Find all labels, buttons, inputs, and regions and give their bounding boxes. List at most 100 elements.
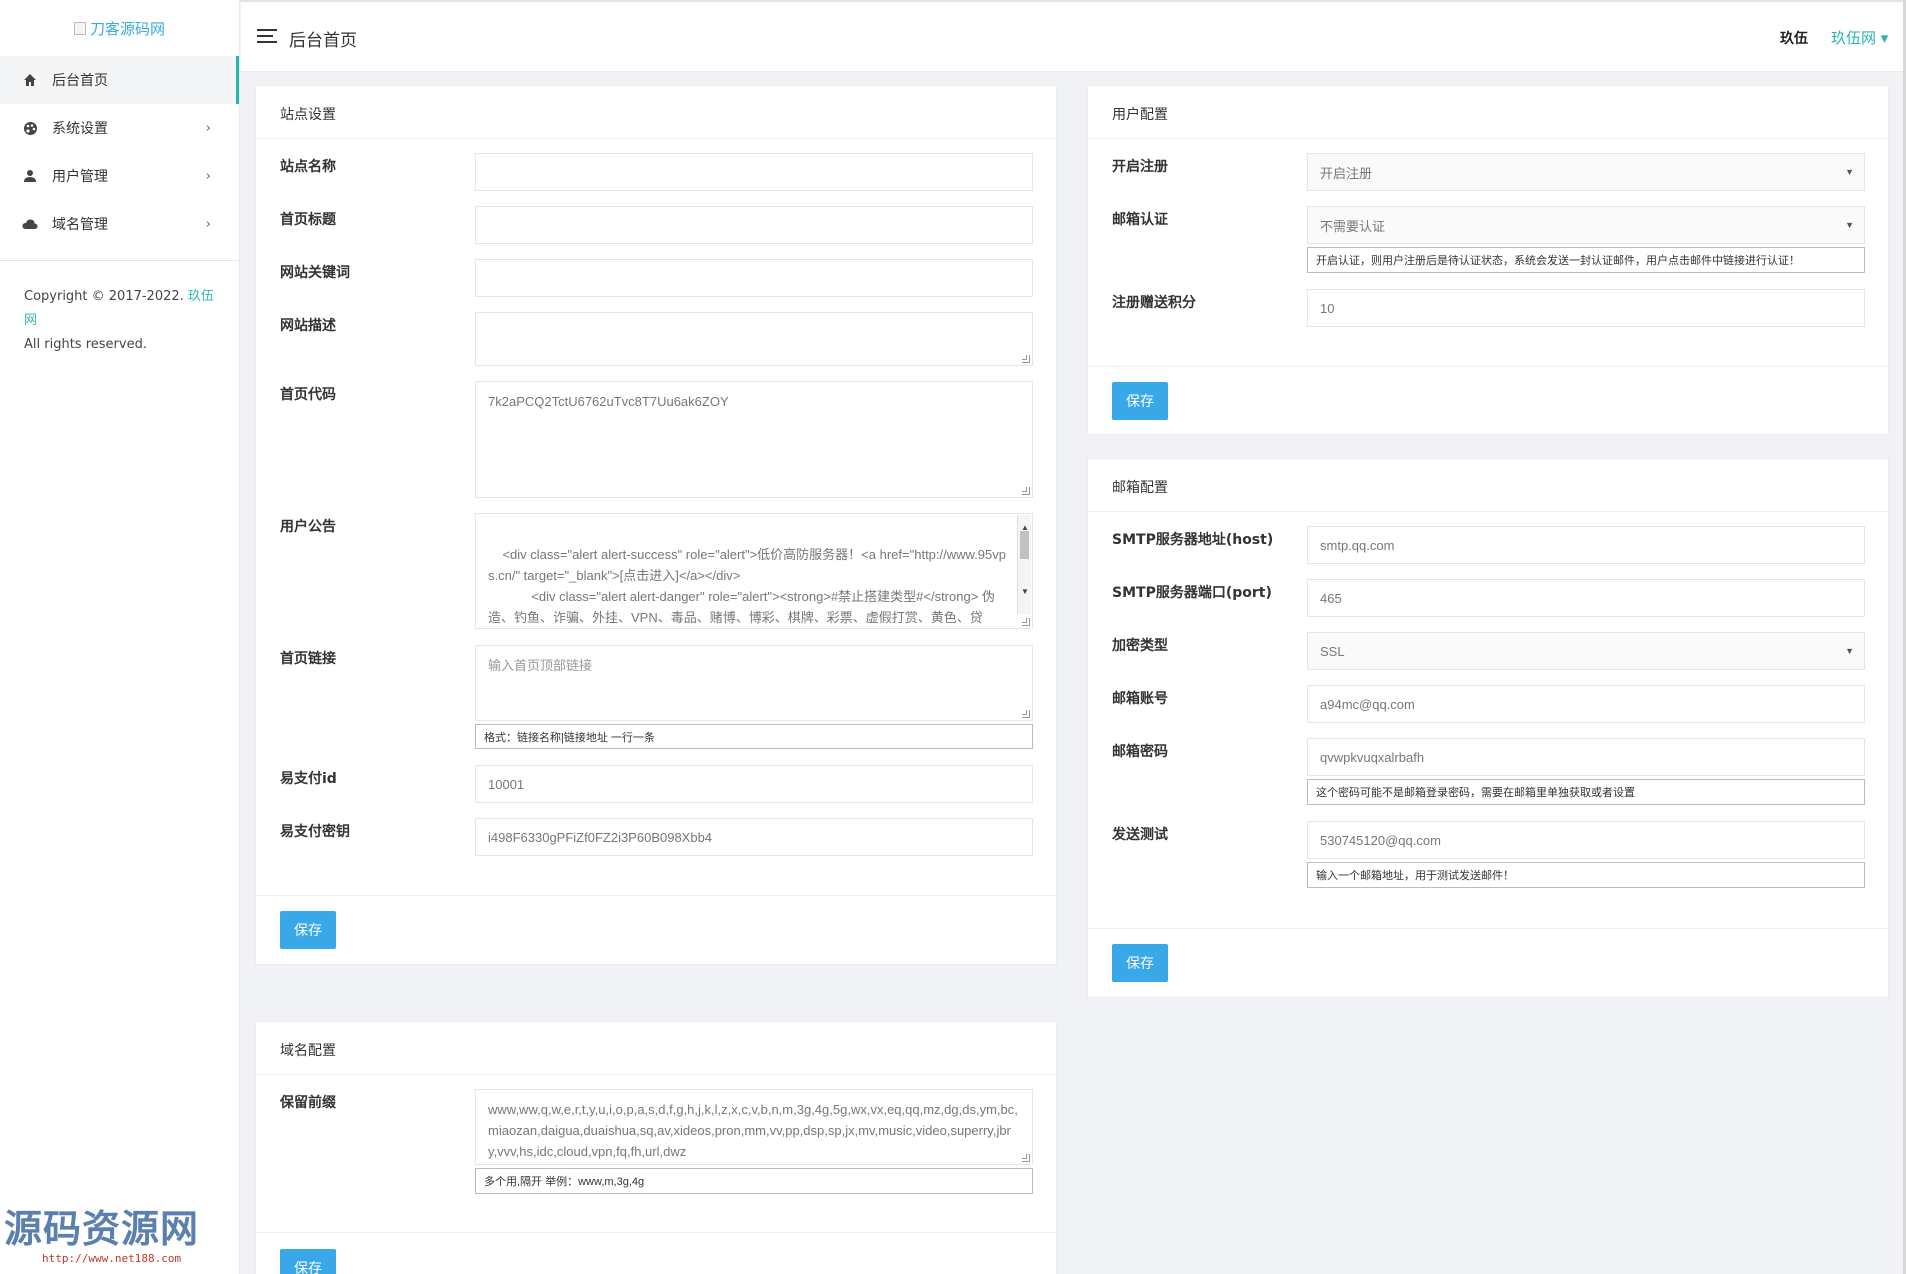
resize-handle-icon[interactable] bbox=[1022, 487, 1030, 495]
home-icon bbox=[22, 72, 38, 88]
field-label: 开启注册 bbox=[1112, 159, 1168, 175]
palette-icon bbox=[22, 120, 38, 136]
rights-text: All rights reserved. bbox=[24, 337, 147, 352]
register-select[interactable]: 开启注册 ▼ bbox=[1307, 153, 1865, 191]
menu-toggle-icon[interactable] bbox=[257, 29, 277, 43]
home-title-input[interactable] bbox=[475, 206, 1033, 244]
watermark-text: 源码资源网 bbox=[4, 1206, 200, 1251]
domain-config-card: 域名配置 保留前缀 www,ww,q,w,e,r,t,y,u,i,o,p,a,s… bbox=[255, 1021, 1057, 1274]
field-label: 邮箱密码 bbox=[1112, 744, 1168, 760]
field-label: 注册赠送积分 bbox=[1112, 295, 1196, 311]
field-label: 首页标题 bbox=[280, 212, 336, 228]
resize-handle-icon[interactable] bbox=[1022, 355, 1030, 363]
help-hint: 开启认证，则用户注册后是待认证状态，系统会发送一封认证邮件，用户点击邮件中链接进… bbox=[1307, 247, 1865, 273]
top-header: 后台首页 玖伍 玖伍网 ▾ bbox=[241, 2, 1906, 72]
home-code-textarea[interactable]: 7k2aPCQ2TctU6762uTvc8T7Uu6ak6ZOY bbox=[475, 381, 1033, 498]
field-label: 网站关键词 bbox=[280, 265, 350, 281]
scrollbar[interactable]: ▲ ▼ bbox=[1017, 515, 1031, 614]
save-button[interactable]: 保存 bbox=[1112, 944, 1168, 982]
sidebar-item-user-management[interactable]: 用户管理 › bbox=[0, 152, 239, 200]
copyright-text: Copyright © 2017-2022. bbox=[24, 289, 184, 304]
field-label: 网站描述 bbox=[280, 318, 336, 334]
textarea-value: www,ww,q,w,e,r,t,y,u,i,o,p,a,s,d,f,g,h,j… bbox=[488, 1102, 1018, 1159]
field-label: 用户公告 bbox=[280, 519, 336, 535]
register-points-input[interactable]: 10 bbox=[1307, 289, 1865, 327]
sidebar-item-label: 系统设置 bbox=[52, 121, 108, 137]
home-links-textarea[interactable]: 输入首页顶部链接 bbox=[475, 645, 1033, 721]
card-divider bbox=[256, 1232, 1056, 1233]
field-label: 易支付id bbox=[280, 771, 337, 787]
select-value: 开启注册 bbox=[1320, 165, 1373, 181]
field-label: SMTP服务器端口(port) bbox=[1112, 585, 1272, 601]
scroll-down-icon[interactable]: ▼ bbox=[1018, 581, 1032, 602]
field-label: 站点名称 bbox=[280, 159, 336, 175]
smtp-host-input[interactable]: smtp.qq.com bbox=[1307, 526, 1865, 564]
card-divider bbox=[256, 895, 1056, 896]
logo-alt-text: 刀客源码网 bbox=[89, 19, 165, 38]
chevron-right-icon: › bbox=[205, 168, 211, 184]
help-hint: 这个密码可能不是邮箱登录密码，需要在邮箱里单独获取或者设置 bbox=[1307, 779, 1865, 805]
card-title: 域名配置 bbox=[256, 1022, 1056, 1075]
user-config-card: 用户配置 开启注册 开启注册 ▼ 邮箱认证 不需要认证 ▼ 开启认证，则用户注册… bbox=[1087, 85, 1889, 435]
sidebar-item-system-settings[interactable]: 系统设置 › bbox=[0, 104, 239, 152]
field-label: 保留前缀 bbox=[280, 1095, 336, 1111]
reserved-prefix-textarea[interactable]: www,ww,q,w,e,r,t,y,u,i,o,p,a,s,d,f,g,h,j… bbox=[475, 1089, 1033, 1165]
site-settings-card: 站点设置 站点名称 首页标题 网站关键词 网站描述 首页代码 7k2aPCQ2T… bbox=[255, 85, 1057, 965]
field-label: 邮箱认证 bbox=[1112, 212, 1168, 228]
notice-textarea[interactable]: <div class="alert alert-success" role="a… bbox=[475, 513, 1033, 629]
watermark-url: http://www.net188.com bbox=[42, 1252, 182, 1265]
sidebar-item-label: 后台首页 bbox=[52, 73, 108, 89]
sidebar-item-label: 用户管理 bbox=[52, 169, 108, 185]
card-divider bbox=[1088, 366, 1888, 367]
resize-handle-icon[interactable] bbox=[1022, 618, 1030, 626]
save-button[interactable]: 保存 bbox=[1112, 382, 1168, 420]
scroll-thumb[interactable] bbox=[1020, 531, 1029, 559]
textarea-placeholder: 输入首页顶部链接 bbox=[488, 658, 593, 673]
smtp-port-input[interactable]: 465 bbox=[1307, 579, 1865, 617]
textarea-value: 7k2aPCQ2TctU6762uTvc8T7Uu6ak6ZOY bbox=[488, 394, 729, 409]
site-name-input[interactable] bbox=[475, 153, 1033, 191]
caret-down-icon: ▼ bbox=[1845, 167, 1854, 177]
mail-account-input[interactable]: a94mc@qq.com bbox=[1307, 685, 1865, 723]
cloud-icon bbox=[22, 216, 38, 232]
field-label: 加密类型 bbox=[1112, 638, 1168, 654]
site-dropdown[interactable]: 玖伍网 ▾ bbox=[1831, 27, 1888, 48]
caret-down-icon: ▼ bbox=[1845, 220, 1854, 230]
save-button[interactable]: 保存 bbox=[280, 1249, 336, 1274]
logo[interactable]: 刀客源码网 bbox=[0, 0, 239, 56]
chevron-right-icon: › bbox=[205, 120, 211, 136]
card-title: 邮箱配置 bbox=[1088, 459, 1888, 512]
resize-handle-icon[interactable] bbox=[1022, 1154, 1030, 1162]
copyright: Copyright © 2017-2022. 玖伍网 All rights re… bbox=[0, 261, 239, 381]
pay-key-input[interactable]: i498F6330gPFiZf0FZ2i3P60B098Xbb4 bbox=[475, 818, 1033, 856]
chevron-right-icon: › bbox=[205, 216, 211, 232]
field-label: 首页代码 bbox=[280, 387, 336, 403]
page-title: 后台首页 bbox=[289, 31, 357, 51]
field-label: 易支付密钥 bbox=[280, 824, 350, 840]
email-verify-select[interactable]: 不需要认证 ▼ bbox=[1307, 206, 1865, 244]
header-username[interactable]: 玖伍 bbox=[1780, 28, 1808, 48]
field-label: 首页链接 bbox=[280, 651, 336, 667]
broken-image-icon bbox=[73, 21, 86, 35]
pay-id-input[interactable]: 10001 bbox=[475, 765, 1033, 803]
select-value: 不需要认证 bbox=[1320, 218, 1386, 234]
mail-config-card: 邮箱配置 SMTP服务器地址(host) smtp.qq.com SMTP服务器… bbox=[1087, 458, 1889, 998]
resize-handle-icon[interactable] bbox=[1022, 710, 1030, 718]
field-label: SMTP服务器地址(host) bbox=[1112, 532, 1274, 548]
card-divider bbox=[1088, 928, 1888, 929]
description-textarea[interactable] bbox=[475, 312, 1033, 366]
card-title: 用户配置 bbox=[1088, 86, 1888, 139]
select-value: SSL bbox=[1320, 643, 1345, 659]
textarea-value: <div class="alert alert-success" role="a… bbox=[488, 547, 1006, 625]
encryption-select[interactable]: SSL ▼ bbox=[1307, 632, 1865, 670]
sidebar-item-domain-management[interactable]: 域名管理 › bbox=[0, 200, 239, 248]
sidebar: 刀客源码网 后台首页 系统设置 › 用户管理 › 域名管理 › Copyrigh… bbox=[0, 0, 240, 1274]
user-icon bbox=[22, 168, 38, 184]
save-button[interactable]: 保存 bbox=[280, 911, 336, 949]
field-label: 发送测试 bbox=[1112, 827, 1168, 843]
mail-password-input[interactable]: qvwpkvuqxalrbafh bbox=[1307, 738, 1865, 776]
keywords-input[interactable] bbox=[475, 259, 1033, 297]
test-email-input[interactable]: 530745120@qq.com bbox=[1307, 821, 1865, 859]
sidebar-item-dashboard[interactable]: 后台首页 bbox=[0, 56, 239, 104]
sidebar-item-label: 域名管理 bbox=[52, 217, 108, 233]
